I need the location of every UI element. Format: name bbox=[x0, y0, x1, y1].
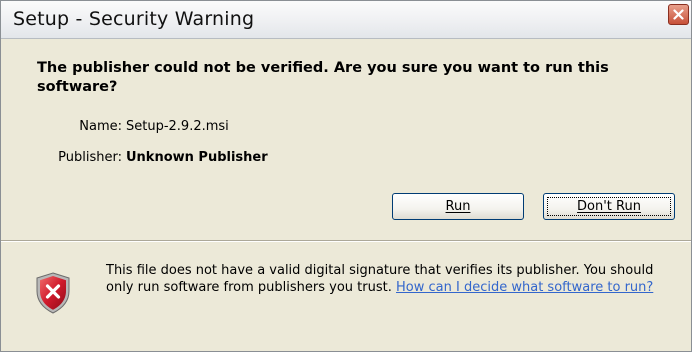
help-link[interactable]: How can I decide what software to run? bbox=[396, 280, 653, 295]
publisher-row: Publisher: Unknown Publisher bbox=[1, 150, 268, 165]
publisher-label: Publisher: bbox=[58, 150, 122, 165]
dont-run-button[interactable]: Don't Run bbox=[543, 193, 675, 220]
name-row: Name: Setup-2.9.2.msi bbox=[1, 119, 229, 134]
title-bar[interactable]: Setup - Security Warning bbox=[1, 1, 691, 39]
dont-run-button-label: Don't Run bbox=[577, 199, 641, 214]
name-label: Name: bbox=[79, 119, 122, 134]
warning-question: The publisher could not be verified. Are… bbox=[37, 60, 609, 95]
publisher-value: Unknown Publisher bbox=[126, 150, 268, 165]
name-value: Setup-2.9.2.msi bbox=[126, 119, 229, 134]
security-shield-icon bbox=[35, 272, 71, 318]
security-warning-dialog: Setup - Security Warning The publisher c… bbox=[0, 0, 692, 352]
run-button[interactable]: Run bbox=[392, 193, 524, 220]
footer-panel: This file does not have a valid digital … bbox=[1, 242, 691, 351]
close-icon bbox=[673, 9, 684, 20]
footer-message: This file does not have a valid digital … bbox=[106, 262, 666, 296]
run-button-label: Run bbox=[445, 199, 471, 214]
dialog-body: The publisher could not be verified. Are… bbox=[1, 39, 691, 239]
window-title: Setup - Security Warning bbox=[13, 8, 255, 30]
close-button[interactable] bbox=[668, 4, 689, 25]
